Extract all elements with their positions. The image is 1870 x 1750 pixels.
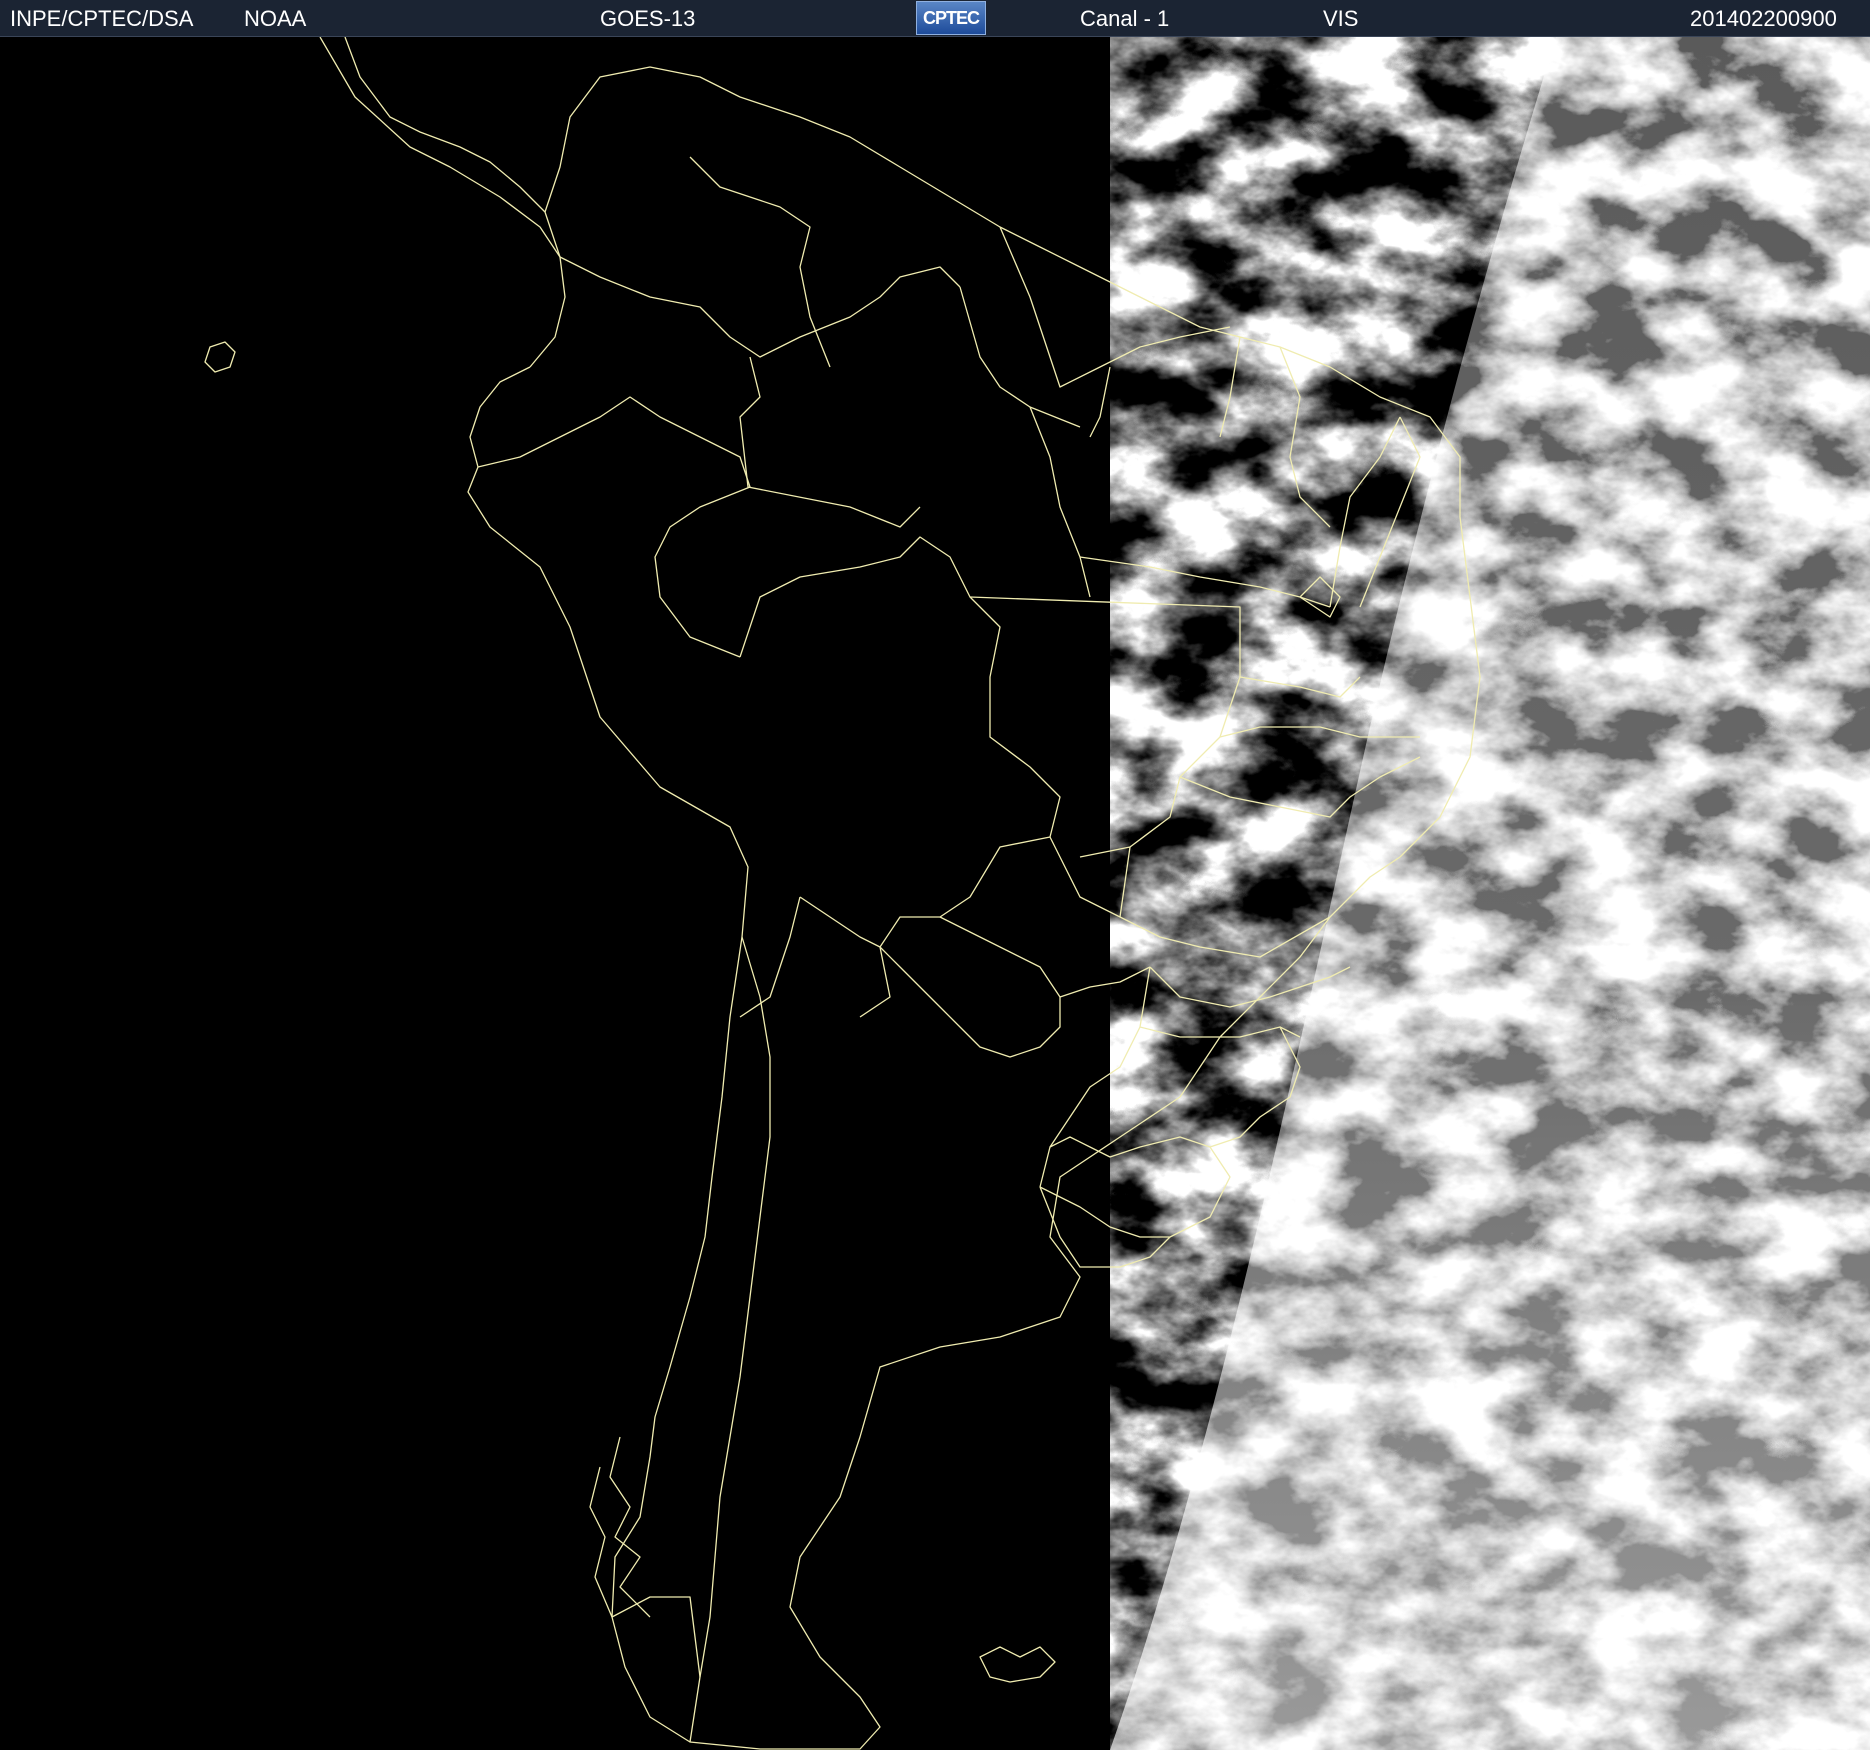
timestamp-label: 201402200900 (1690, 6, 1837, 31)
cptec-logo: CPTEC (916, 1, 986, 35)
agency-label: INPE/CPTEC/DSA (10, 6, 194, 31)
satellite-map (0, 37, 1870, 1750)
satellite-label: GOES-13 (600, 6, 696, 31)
provider-label: NOAA (244, 6, 307, 31)
band-label: VIS (1323, 6, 1359, 31)
channel-label: Canal - 1 (1080, 6, 1170, 31)
image-header-bar: INPE/CPTEC/DSA NOAA GOES-13 CPTEC Canal … (0, 0, 1870, 37)
